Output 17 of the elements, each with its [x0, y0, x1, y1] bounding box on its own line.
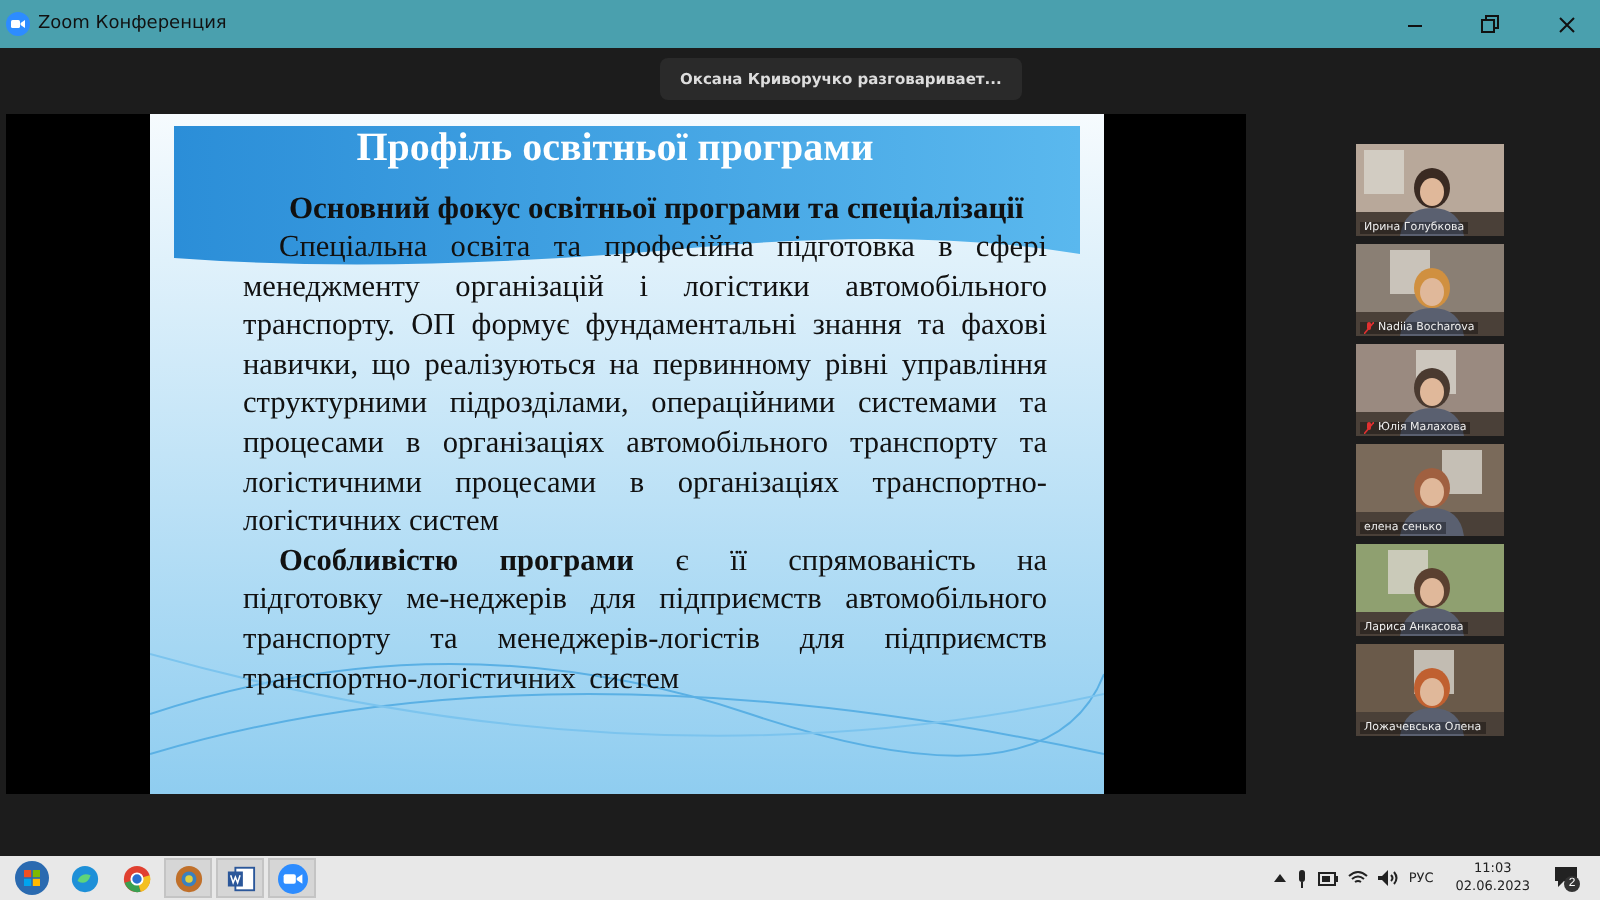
video-camera-icon — [6, 12, 30, 36]
chrome-icon — [121, 863, 151, 893]
video-camera-icon — [275, 863, 309, 893]
slide-heading: Основний фокус освітньої програми та спеціалізації — [289, 192, 1026, 228]
wifi-icon[interactable] — [1348, 870, 1369, 886]
battery-icon[interactable] — [1318, 871, 1339, 885]
slide-paragraph: Особливістю програми є її спрямованість на підготовку ме-неджерів для підприємств автомобільного транспорту та менеджерів-логістів для підприємств транспортно-логістичних систем — [243, 541, 1047, 699]
word-icon — [225, 863, 255, 893]
restore-icon — [1480, 14, 1500, 34]
close-icon — [1557, 15, 1575, 33]
slide-title: Профіль освітньої програми — [354, 126, 876, 172]
taskbar-app-button[interactable] — [268, 858, 316, 898]
taskbar-app-button[interactable] — [216, 858, 264, 898]
volume-icon[interactable] — [1378, 870, 1399, 886]
show-hidden-icons-icon[interactable] — [1274, 874, 1287, 882]
window-title: Zoom Конференция — [38, 14, 227, 34]
microphone-icon[interactable] — [1296, 869, 1309, 887]
